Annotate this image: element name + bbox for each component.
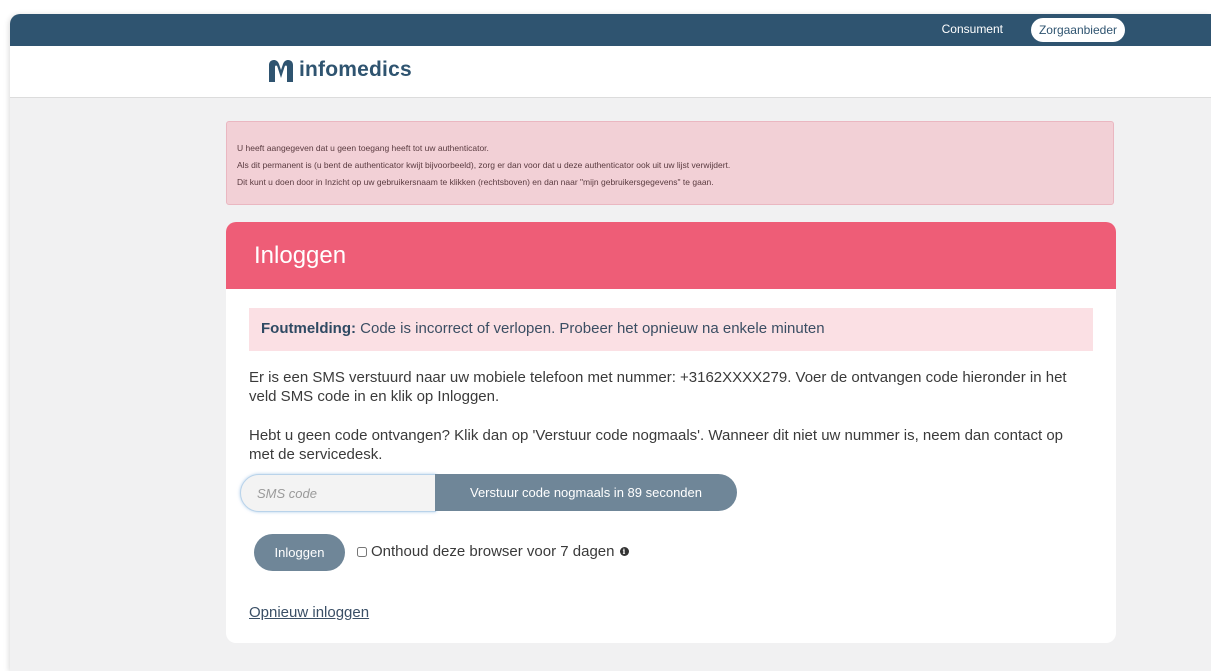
sms-info-text: Er is een SMS verstuurd naar uw mobiele … [249, 369, 1067, 405]
remember-browser-checkbox[interactable] [357, 546, 367, 557]
info-icon[interactable]: i [619, 547, 629, 556]
infomedics-logo-icon [269, 59, 293, 82]
remember-browser[interactable]: Onthoud deze browser voor 7 dagen i [357, 543, 629, 560]
login-button[interactable]: Inloggen [254, 534, 345, 571]
login-card-title: Inloggen [226, 222, 1116, 289]
login-card: Inloggen Foutmelding: Code is incorrect … [226, 222, 1116, 643]
resend-code-button[interactable]: Verstuur code nogmaals in 89 seconden [435, 474, 737, 511]
consument-link[interactable]: Consument [942, 22, 1003, 36]
error-message: Foutmelding: Code is incorrect of verlop… [249, 308, 1093, 351]
authenticator-notice: U heeft aangegeven dat u geen toegang he… [226, 121, 1114, 205]
error-label: Foutmelding: [261, 320, 356, 337]
notice-line: U heeft aangegeven dat u geen toegang he… [237, 143, 489, 153]
zorgaanbieder-link[interactable]: Zorgaanbieder [1030, 18, 1125, 42]
top-bar: Consument Zorgaanbieder [10, 14, 1211, 46]
site-header: infomedics [10, 46, 1211, 98]
logo[interactable]: infomedics [266, 56, 412, 84]
no-code-info-text: Hebt u geen code ontvangen? Klik dan op … [249, 427, 1063, 463]
notice-line: Dit kunt u doen door in Inzicht op uw ge… [237, 177, 714, 187]
logo-text: infomedics [299, 58, 412, 81]
remember-browser-label: Onthoud deze browser voor 7 dagen [371, 543, 615, 560]
browser-frame: Consument Zorgaanbieder infomedics U hee… [10, 14, 1211, 671]
notice-line: Als dit permanent is (u bent de authenti… [237, 160, 731, 170]
relogin-link[interactable]: Opnieuw inloggen [249, 604, 369, 621]
error-text: Code is incorrect of verlopen. Probeer h… [355, 320, 825, 337]
sms-code-input[interactable] [240, 474, 436, 512]
